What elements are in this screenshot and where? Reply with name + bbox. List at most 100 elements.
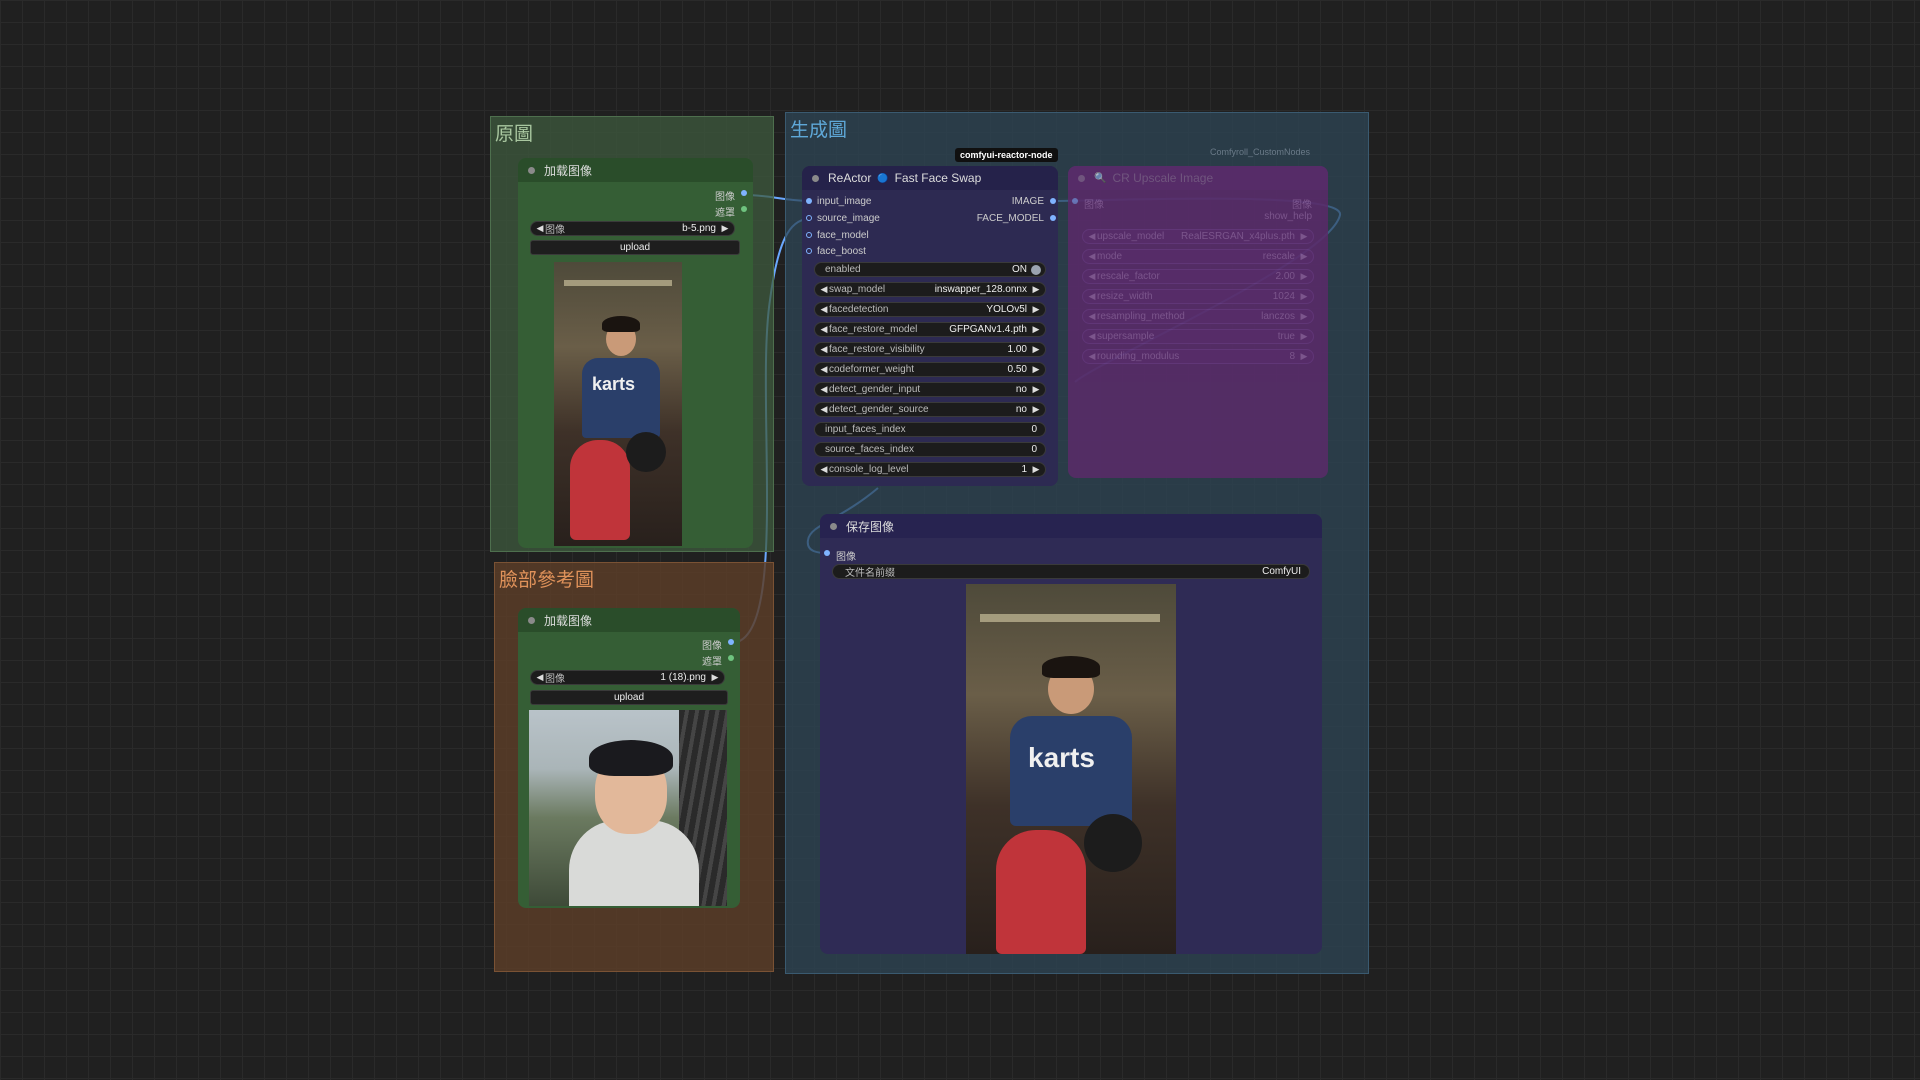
output-image-slot[interactable] <box>741 190 747 196</box>
reactor-fast-face-swap-node[interactable]: ReActor 🔵 Fast Face Swap input_image sou… <box>802 166 1058 486</box>
arrow-right-icon[interactable]: ▶ <box>1031 404 1041 415</box>
arrow-right-icon[interactable]: ▶ <box>1299 231 1309 242</box>
jacket-logo: karts <box>1028 742 1095 773</box>
person-hair <box>589 740 673 776</box>
output-slot-label: FACE_MODEL <box>976 213 1044 224</box>
input-slot-label: face_model <box>817 230 869 241</box>
upload-button[interactable]: upload <box>530 240 740 255</box>
arrow-right-icon[interactable]: ▶ <box>720 223 730 234</box>
collapse-dot-icon[interactable] <box>1078 174 1085 182</box>
arrow-right-icon[interactable]: ▶ <box>1031 464 1041 475</box>
arrow-right-icon[interactable]: ▶ <box>1031 324 1041 335</box>
arrow-left-icon[interactable]: ◀ <box>819 404 829 415</box>
input-image-slot[interactable] <box>1072 198 1078 204</box>
arrow-left-icon[interactable]: ◀ <box>819 344 829 355</box>
node-canvas[interactable]: 原圖 臉部參考圖 生成圖 加载图像 图像 遮罩 ◀ 图像 b-5.png ▶ u… <box>0 0 1920 1080</box>
upload-button[interactable]: upload <box>530 690 728 705</box>
arrow-right-icon[interactable]: ▶ <box>1299 251 1309 262</box>
group-title: 生成圖 <box>790 120 848 141</box>
arrow-left-icon[interactable]: ◀ <box>819 364 829 375</box>
arrow-left-icon[interactable]: ◀ <box>1087 271 1097 282</box>
cr-upscale-image-node[interactable]: 🔍 CR Upscale Image 图像 图像 show_help ◀ upsc… <box>1068 166 1328 478</box>
arrow-left-icon[interactable]: ◀ <box>1087 351 1097 362</box>
kart-front <box>996 830 1086 954</box>
widget-face-restore-model[interactable]: ◀ face_restore_model GFPGANv1.4.pth ▶ <box>814 322 1046 337</box>
node-header[interactable]: ReActor 🔵 Fast Face Swap <box>802 166 1058 190</box>
output-image-preview: karts <box>966 584 1176 954</box>
collapse-dot-icon[interactable] <box>528 166 535 174</box>
output-mask-label: 遮罩 <box>702 657 722 668</box>
group-title: 原圖 <box>495 124 534 145</box>
node-header[interactable]: 加载图像 <box>518 158 753 182</box>
upscale-widget[interactable]: ◀ supersample true ▶ <box>1082 329 1314 344</box>
arrow-left-icon[interactable]: ◀ <box>819 384 829 395</box>
node-header[interactable]: 🔍 CR Upscale Image <box>1068 166 1328 190</box>
face-boost-slot[interactable] <box>806 248 812 254</box>
upscale-widget[interactable]: ◀ upscale_model RealESRGAN_x4plus.pth ▶ <box>1082 229 1314 244</box>
load-image-node-1[interactable]: 加载图像 图像 遮罩 ◀ 图像 b-5.png ▶ upload karts <box>518 158 753 548</box>
arrow-left-icon[interactable]: ◀ <box>1087 251 1097 262</box>
output-mask-slot[interactable] <box>741 206 747 212</box>
input-image-slot[interactable] <box>824 550 830 556</box>
upscale-widget[interactable]: ◀ rounding_modulus 8 ▶ <box>1082 349 1314 364</box>
output-mask-slot[interactable] <box>728 655 734 661</box>
node-header[interactable]: 保存图像 <box>820 514 1322 538</box>
upscale-widget[interactable]: ◀ mode rescale ▶ <box>1082 249 1314 264</box>
widget-filename-prefix[interactable]: 文件名前缀 ComfyUI <box>832 564 1310 579</box>
collapse-dot-icon[interactable] <box>528 616 535 624</box>
arrow-right-icon[interactable]: ▶ <box>1031 284 1041 295</box>
arrow-left-icon[interactable]: ◀ <box>819 284 829 295</box>
arrow-right-icon[interactable]: ▶ <box>1031 304 1041 315</box>
arrow-left-icon[interactable]: ◀ <box>819 324 829 335</box>
source-image-slot[interactable] <box>806 215 812 221</box>
widget-detect-gender-source[interactable]: ◀ detect_gender_source no ▶ <box>814 402 1046 417</box>
arrow-left-icon[interactable]: ◀ <box>1087 331 1097 342</box>
output-image-label: 图像 <box>702 641 722 652</box>
input-slot-label: 图像 <box>1084 200 1104 211</box>
face-model-slot[interactable] <box>806 232 812 238</box>
image-select-widget[interactable]: ◀ 图像 1 (18).png ▶ <box>530 670 725 685</box>
arrow-right-icon[interactable]: ▶ <box>1031 344 1041 355</box>
arrow-left-icon[interactable]: ◀ <box>1087 231 1097 242</box>
node-title: Fast Face Swap <box>894 171 982 185</box>
image-select-widget[interactable]: ◀ 图像 b-5.png ▶ <box>530 221 735 236</box>
widget-detect-gender-input[interactable]: ◀ detect_gender_input no ▶ <box>814 382 1046 397</box>
upscale-widget[interactable]: ◀ resize_width 1024 ▶ <box>1082 289 1314 304</box>
widget-swap-model[interactable]: ◀ swap_model inswapper_128.onnx ▶ <box>814 282 1046 297</box>
widget-codeformer-weight[interactable]: ◀ codeformer_weight 0.50 ▶ <box>814 362 1046 377</box>
load-image-node-2[interactable]: 加载图像 图像 遮罩 ◀ 图像 1 (18).png ▶ upload <box>518 608 740 908</box>
upscale-widget[interactable]: ◀ resampling_method lanczos ▶ <box>1082 309 1314 324</box>
arrow-right-icon[interactable]: ▶ <box>710 672 720 683</box>
arrow-left-icon[interactable]: ◀ <box>819 304 829 315</box>
output-image-slot[interactable] <box>1050 198 1056 204</box>
collapse-dot-icon[interactable] <box>812 174 819 182</box>
widget-input-faces-index[interactable]: input_faces_index 0 <box>814 422 1046 437</box>
widget-console-log-level[interactable]: ◀ console_log_level 1 ▶ <box>814 462 1046 477</box>
arrow-right-icon[interactable]: ▶ <box>1299 291 1309 302</box>
arrow-right-icon[interactable]: ▶ <box>1299 311 1309 322</box>
arrow-left-icon[interactable]: ◀ <box>1087 291 1097 302</box>
arrow-left-icon[interactable]: ◀ <box>535 672 545 683</box>
save-image-node[interactable]: 保存图像 图像 文件名前缀 ComfyUI karts <box>820 514 1322 954</box>
toggle-knob[interactable] <box>1031 264 1041 275</box>
widget-facedetection[interactable]: ◀ facedetection YOLOv5l ▶ <box>814 302 1046 317</box>
arrow-right-icon[interactable]: ▶ <box>1299 351 1309 362</box>
arrow-right-icon[interactable]: ▶ <box>1031 384 1041 395</box>
arrow-right-icon[interactable]: ▶ <box>1299 271 1309 282</box>
ceiling-light <box>980 614 1160 622</box>
collapse-dot-icon[interactable] <box>830 522 837 530</box>
arrow-left-icon[interactable]: ◀ <box>819 464 829 475</box>
input-image-slot[interactable] <box>806 198 812 204</box>
image-preview: karts <box>554 262 682 546</box>
widget-source-faces-index[interactable]: source_faces_index 0 <box>814 442 1046 457</box>
output-face-model-slot[interactable] <box>1050 215 1056 221</box>
output-image-slot[interactable] <box>728 639 734 645</box>
arrow-left-icon[interactable]: ◀ <box>535 223 545 234</box>
arrow-left-icon[interactable]: ◀ <box>1087 311 1097 322</box>
node-header[interactable]: 加载图像 <box>518 608 740 632</box>
widget-face-restore-visibility[interactable]: ◀ face_restore_visibility 1.00 ▶ <box>814 342 1046 357</box>
upscale-widget[interactable]: ◀ rescale_factor 2.00 ▶ <box>1082 269 1314 284</box>
widget-enabled[interactable]: enabled ON <box>814 262 1046 277</box>
arrow-right-icon[interactable]: ▶ <box>1031 364 1041 375</box>
arrow-right-icon[interactable]: ▶ <box>1299 331 1309 342</box>
